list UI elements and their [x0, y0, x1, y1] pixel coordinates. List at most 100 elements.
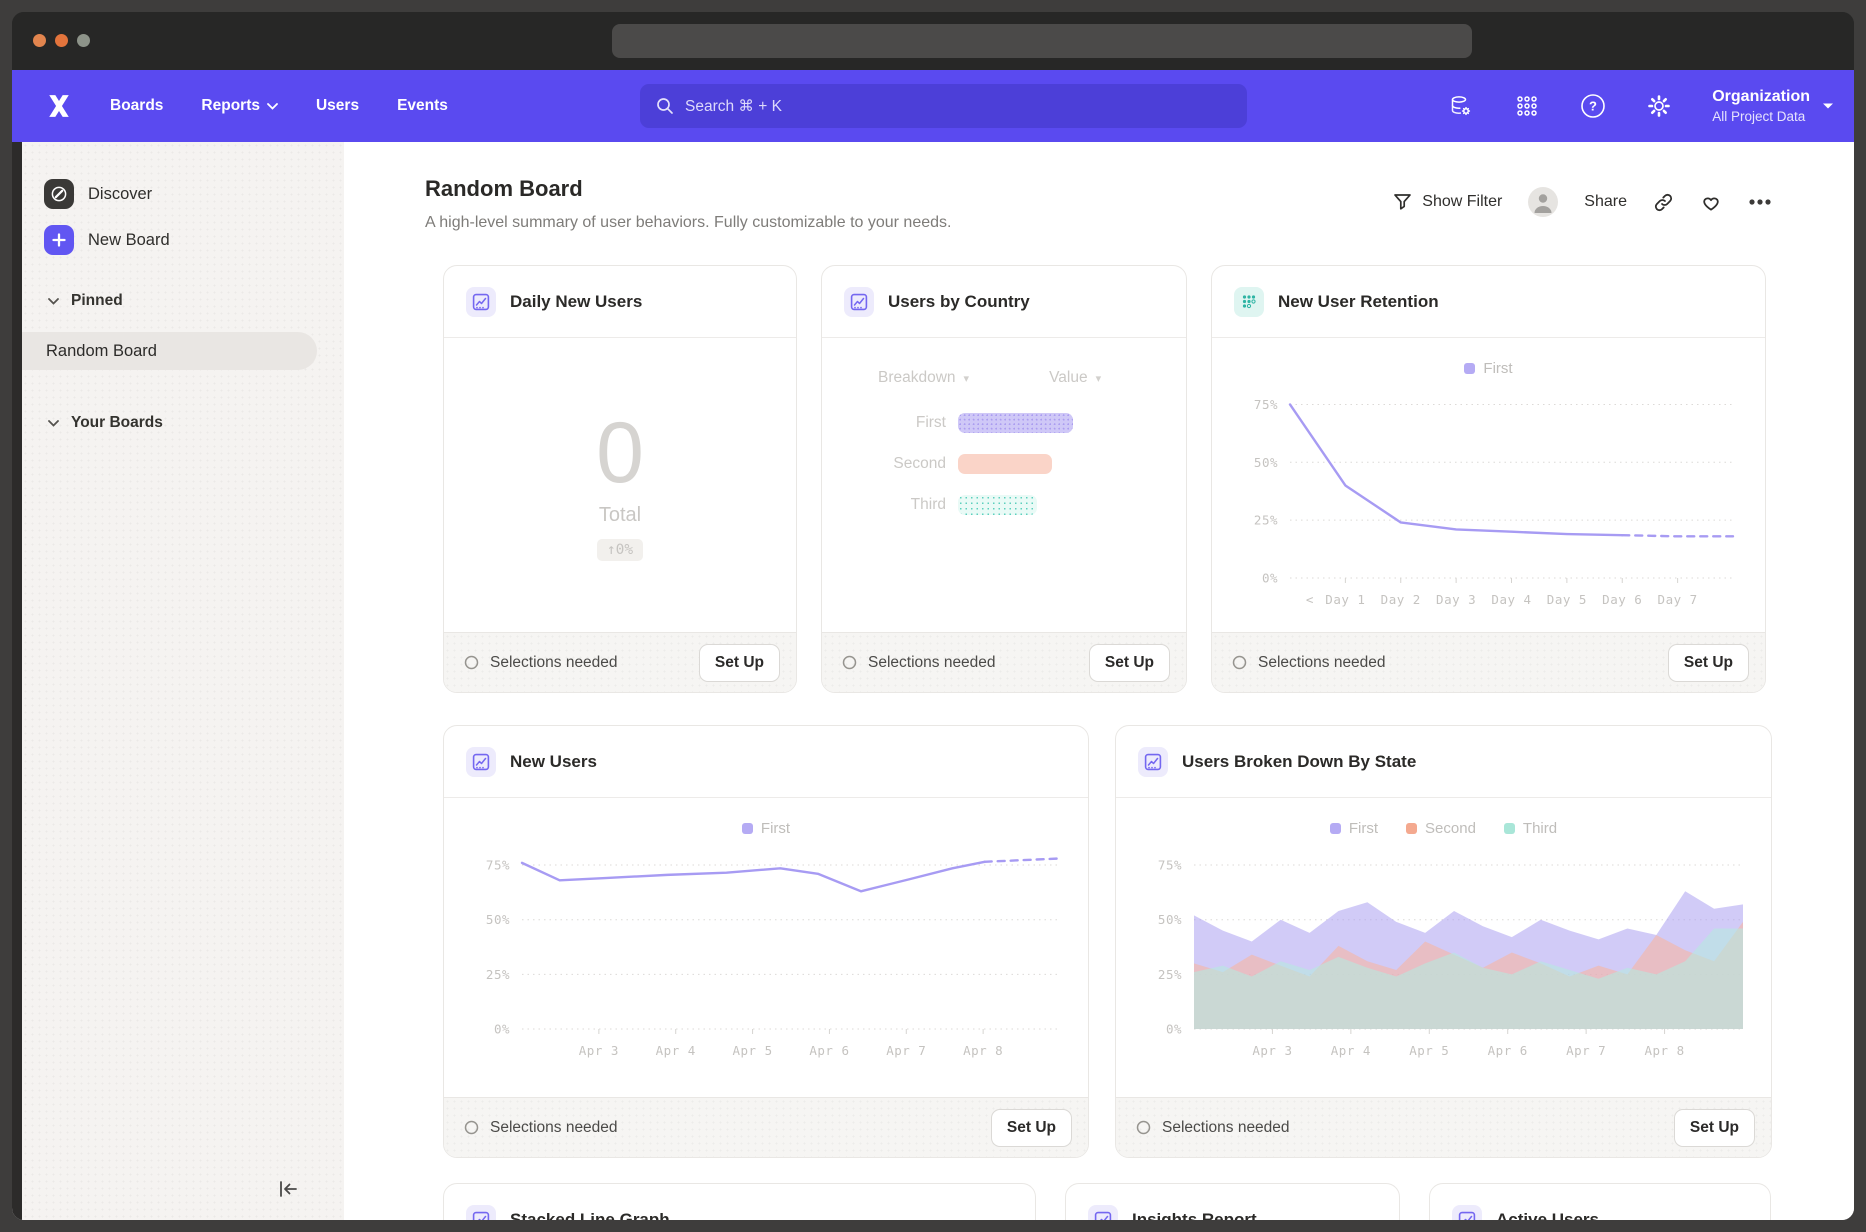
svg-text:50%: 50% [1158, 912, 1182, 927]
svg-text:Apr 5: Apr 5 [1409, 1043, 1449, 1058]
set-up-button[interactable]: Set Up [699, 644, 780, 682]
close-button[interactable] [33, 34, 46, 47]
chevron-down-icon [48, 298, 59, 305]
card-active-users[interactable]: Active Users [1429, 1183, 1771, 1220]
nav-item-events[interactable]: Events [397, 97, 448, 115]
search-input[interactable]: Search ⌘ + K [640, 84, 1247, 128]
sidebar-item-new-board[interactable]: New Board [22, 224, 344, 256]
svg-text:Day 5: Day 5 [1547, 592, 1587, 607]
minimize-button[interactable] [55, 34, 68, 47]
line-chart-icon [466, 747, 496, 777]
sidebar: Discover New Board Pinned Random Board Y… [22, 142, 344, 1220]
nav-item-boards[interactable]: Boards [110, 97, 163, 115]
value-dropdown[interactable]: Value▾ [1049, 369, 1101, 387]
set-up-button[interactable]: Set Up [1668, 644, 1749, 682]
traffic-lights [33, 34, 90, 47]
card-users-by-state[interactable]: Users Broken Down By State FirstSecondTh… [1115, 725, 1772, 1158]
new-users-line-chart: 75%50%25%0%Apr 3Apr 4Apr 5Apr 6Apr 7Apr … [444, 799, 1088, 1097]
caret-down-icon: ▾ [964, 372, 970, 385]
svg-text:Apr 3: Apr 3 [1252, 1043, 1292, 1058]
svg-text:50%: 50% [1254, 455, 1278, 470]
svg-text:Apr 8: Apr 8 [963, 1043, 1003, 1058]
sidebar-item-random-board[interactable]: Random Board [22, 332, 317, 370]
svg-text:0%: 0% [1166, 1022, 1182, 1037]
nav-item-reports[interactable]: Reports [201, 97, 278, 115]
svg-text:?: ? [1589, 99, 1597, 114]
status-circle-icon [842, 655, 857, 670]
top-navbar: Boards Reports Users Events Search ⌘ + K [12, 70, 1854, 142]
line-chart-icon [1088, 1205, 1118, 1221]
card-new-user-retention[interactable]: New User Retention First 75%50%25%0%Day … [1211, 265, 1766, 693]
status-circle-icon [1136, 1120, 1151, 1135]
line-chart-icon [1138, 747, 1168, 777]
set-up-button[interactable]: Set Up [1674, 1109, 1755, 1147]
card-title: Daily New Users [510, 292, 642, 312]
svg-text:75%: 75% [1158, 858, 1182, 873]
retention-grid-icon [1234, 287, 1264, 317]
svg-text:0%: 0% [494, 1022, 510, 1037]
card-title: New Users [510, 752, 597, 772]
status-text: Selections needed [490, 1119, 618, 1137]
search-icon [656, 97, 674, 115]
metric-value: 0 [596, 410, 644, 496]
card-title: Users by Country [888, 292, 1030, 312]
svg-text:25%: 25% [1254, 513, 1278, 528]
zoom-button[interactable] [77, 34, 90, 47]
help-icon[interactable]: ? [1580, 93, 1606, 119]
mixpanel-logo[interactable] [46, 93, 72, 119]
sidebar-section-your-boards[interactable]: Your Boards [48, 414, 163, 432]
country-bar-row: First [822, 413, 1186, 433]
status-text: Selections needed [868, 654, 996, 672]
card-footer: Selections needed Set Up [444, 632, 796, 692]
retention-line-chart: 75%50%25%0%Day 1Day 2Day 3Day 4Day 5Day … [1212, 339, 1765, 632]
collapse-sidebar-button[interactable] [276, 1179, 300, 1204]
country-bar-list: FirstSecondThird [822, 413, 1186, 515]
nav-menu: Boards Reports Users Events [110, 97, 448, 115]
card-title: Active Users [1496, 1210, 1599, 1221]
svg-text:Apr 4: Apr 4 [656, 1043, 696, 1058]
svg-text:<: < [1306, 592, 1314, 607]
card-title: Insights Report [1132, 1210, 1257, 1221]
status-circle-icon [1232, 655, 1247, 670]
navbar-right: ? Organization All Project Data [1448, 88, 1834, 124]
country-bar-row: Third [822, 495, 1186, 515]
address-bar[interactable] [612, 24, 1472, 58]
card-stacked-line-graph[interactable]: Stacked Line Graph [443, 1183, 1036, 1220]
status-text: Selections needed [1162, 1119, 1290, 1137]
card-footer: Selections needed Set Up [444, 1097, 1088, 1157]
svg-text:Day 7: Day 7 [1658, 592, 1698, 607]
board-grid: Daily New Users 0 Total ↑0% Selections n… [443, 142, 1772, 1220]
chevron-down-icon [48, 420, 59, 427]
metric-delta-badge: ↑0% [597, 539, 643, 561]
card-users-by-country[interactable]: Users by Country Breakdown▾ Value▾ First… [821, 265, 1187, 693]
status-circle-icon [464, 1120, 479, 1135]
breakdown-dropdown[interactable]: Breakdown▾ [878, 369, 969, 387]
svg-text:Apr 6: Apr 6 [809, 1043, 849, 1058]
caret-down-icon: ▾ [1096, 372, 1102, 385]
svg-text:Apr 8: Apr 8 [1645, 1043, 1685, 1058]
sidebar-item-discover[interactable]: Discover [22, 178, 344, 210]
main-content: Random Board A high-level summary of use… [344, 142, 1854, 1220]
card-daily-new-users[interactable]: Daily New Users 0 Total ↑0% Selections n… [443, 265, 797, 693]
plus-icon [44, 225, 74, 255]
settings-gear-icon[interactable] [1646, 93, 1672, 119]
nav-item-users[interactable]: Users [316, 97, 359, 115]
svg-text:Day 4: Day 4 [1491, 592, 1531, 607]
set-up-button[interactable]: Set Up [991, 1109, 1072, 1147]
chevron-down-icon [267, 103, 278, 110]
apps-grid-icon[interactable] [1514, 93, 1540, 119]
card-new-users[interactable]: New Users First 75%50%25%0%Apr 3Apr 4Apr… [443, 725, 1089, 1158]
svg-text:Day 6: Day 6 [1602, 592, 1642, 607]
svg-text:Apr 4: Apr 4 [1331, 1043, 1371, 1058]
state-area-chart: 75%50%25%0%Apr 3Apr 4Apr 5Apr 6Apr 7Apr … [1116, 799, 1771, 1097]
svg-text:Apr 7: Apr 7 [1566, 1043, 1606, 1058]
metric-label: Total [599, 504, 641, 527]
svg-text:25%: 25% [486, 967, 510, 982]
set-up-button[interactable]: Set Up [1089, 644, 1170, 682]
svg-text:Apr 3: Apr 3 [579, 1043, 619, 1058]
card-insights-report[interactable]: Insights Report [1065, 1183, 1400, 1220]
sidebar-section-pinned[interactable]: Pinned [48, 292, 123, 310]
line-chart-icon [844, 287, 874, 317]
org-selector[interactable]: Organization All Project Data [1712, 88, 1834, 124]
data-management-icon[interactable] [1448, 93, 1474, 119]
